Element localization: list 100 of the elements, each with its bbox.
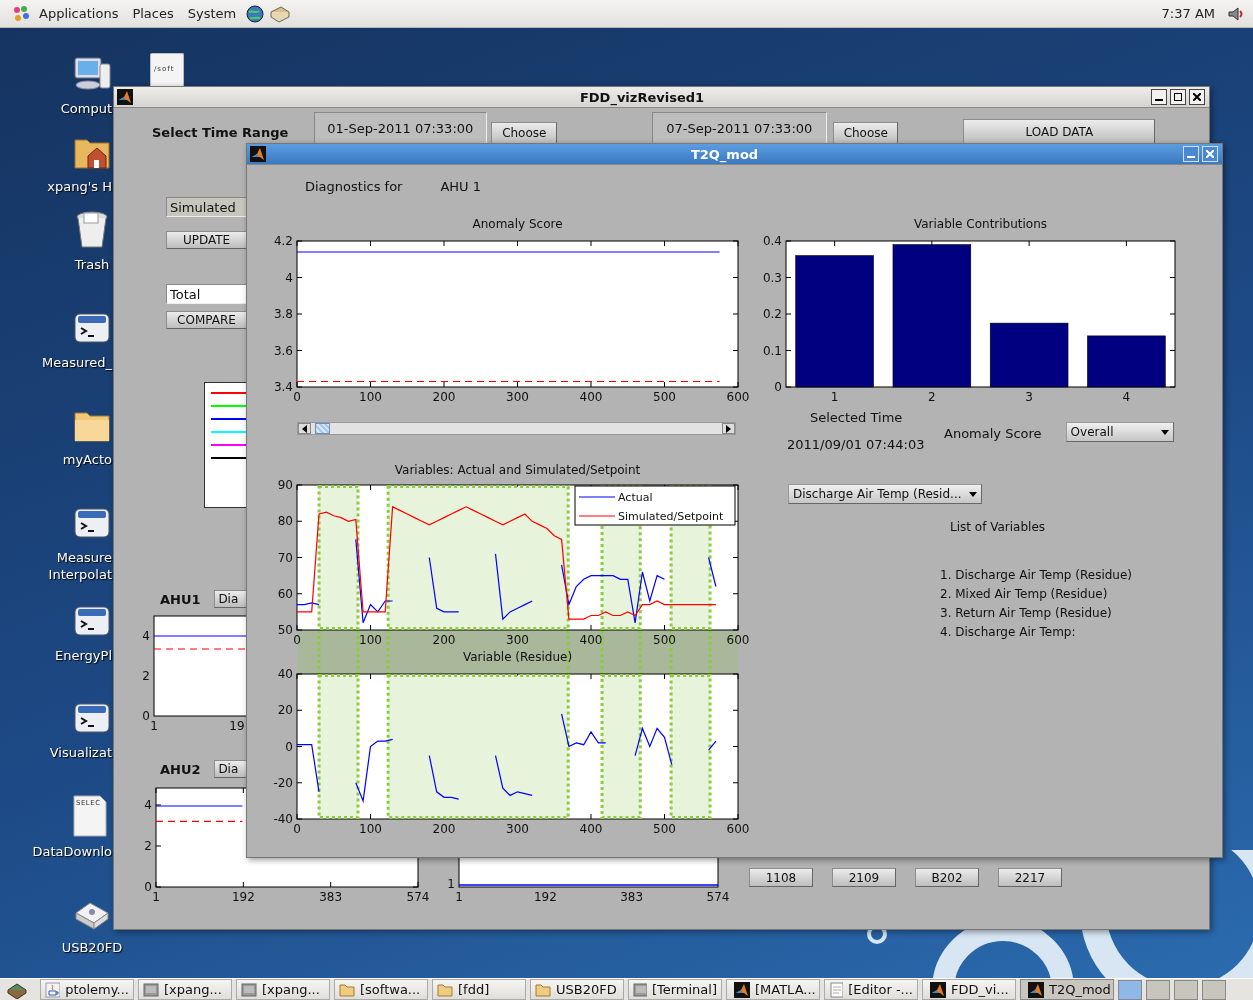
taskbar-item[interactable]: USB20FD [530, 979, 624, 1000]
tick-label: 100 [359, 633, 382, 647]
list-heading: List of Variables [950, 520, 1045, 534]
tick-label: 0.1 [762, 343, 782, 358]
date-field[interactable]: 07-Sep-2011 07:33:00 [652, 112, 828, 144]
menu-item[interactable]: System [182, 6, 242, 21]
icon-label[interactable]: EnergyPl [55, 647, 112, 664]
scroll-left-button[interactable] [298, 423, 311, 434]
tick-label: 1 [455, 890, 463, 904]
clock[interactable]: 7:37 AM [1161, 6, 1215, 21]
globe-icon[interactable] [245, 3, 266, 24]
variable-dropdown[interactable]: Discharge Air Temp (Resid... [788, 484, 982, 504]
tick-label: 400 [579, 633, 603, 647]
minimize-button[interactable] [1151, 89, 1167, 105]
icon-label[interactable]: USB20FD [61, 939, 123, 956]
selected-time-value: 2011/09/01 07:44:03 [787, 437, 925, 452]
zone-button[interactable]: B202 [915, 868, 979, 887]
score-dropdown[interactable]: Overall [1065, 422, 1174, 442]
tick-label: 4 [142, 629, 150, 643]
update-button[interactable]: UPDATE [166, 231, 247, 249]
tick-label: 1 [830, 390, 839, 404]
workspace-button[interactable] [1202, 979, 1226, 1000]
menu-item[interactable]: Places [127, 6, 179, 21]
unit-label: AHU1 [160, 592, 201, 607]
tick-label: 3 [1025, 390, 1033, 404]
zone-button[interactable]: 2109 [832, 868, 896, 887]
tick-label: 3.6 [273, 343, 293, 358]
tick-label: 574 [406, 890, 430, 904]
taskbar-item[interactable]: [xpang... [138, 979, 232, 1000]
time-slider[interactable] [297, 422, 736, 435]
slider-thumb[interactable] [314, 423, 330, 434]
taskbar-item[interactable]: FDD_vi... [922, 979, 1016, 1000]
date-field[interactable]: 01-Sep-2011 07:33:00 [314, 112, 488, 144]
tick-label: 0 [144, 880, 152, 894]
chart-title: Variables: Actual and Simulated/Setpoint [393, 462, 642, 479]
variable-item: 1. Discharge Air Temp (Residue) [940, 568, 1132, 582]
tick-label: 0 [293, 822, 301, 836]
tick-label: 2 [142, 669, 150, 683]
tick-label: 1 [150, 719, 158, 733]
taskbar-item[interactable]: [xpang... [236, 979, 330, 1000]
tick-label: 100 [359, 390, 382, 404]
scroll-right-button[interactable] [722, 423, 735, 434]
text-field[interactable]: Total [166, 284, 247, 304]
workspace-button[interactable] [1118, 979, 1142, 1000]
tick-label: 192 [231, 890, 255, 904]
icon-label[interactable]: Trash [74, 256, 110, 273]
icon-label[interactable]: Visualizat [49, 744, 112, 761]
compare-button[interactable]: COMPARE [166, 311, 247, 329]
taskbar-item[interactable]: [Terminal] [628, 979, 722, 1000]
chart-title: Anomaly Score [471, 216, 564, 233]
variable-item: 3. Return Air Temp (Residue) [940, 606, 1112, 620]
workspace-button[interactable] [1174, 979, 1198, 1000]
taskbar-item[interactable]: [Editor -... [824, 979, 918, 1000]
choose-button[interactable]: Choose [491, 122, 558, 144]
tick-label: 192 [533, 890, 557, 904]
icon-label[interactable]: Measure Interpolat [48, 549, 112, 583]
workspace-button[interactable] [1146, 979, 1170, 1000]
tick-label: 20 [277, 703, 293, 718]
chart-title: Variable Contributions [912, 216, 1049, 233]
caret-icon [1160, 429, 1169, 435]
icon-label[interactable]: xpang's H [47, 178, 112, 195]
tick-label: 19 [229, 719, 245, 733]
diagnostics-button[interactable]: Dia [213, 590, 249, 608]
icon-label[interactable]: myActo [62, 451, 112, 468]
legend-line [578, 515, 616, 517]
zone-button[interactable]: 1108 [749, 868, 813, 887]
close-button[interactable] [1189, 89, 1205, 105]
maximize-button[interactable] [1170, 89, 1186, 105]
tick-label: 200 [432, 822, 456, 836]
icon-label[interactable]: Measured_ [42, 354, 112, 371]
tick-label: 4 [1122, 390, 1131, 404]
taskbar-item[interactable]: T2Q_mod [1020, 979, 1114, 1000]
icon-label[interactable]: Comput [60, 100, 112, 117]
coffee-cup-icon [45, 981, 61, 998]
time-range-label: Select Time Range [152, 125, 289, 140]
load-data-button[interactable]: LOAD DATA [963, 119, 1156, 144]
colorful-dots-icon[interactable] [12, 4, 30, 23]
speaker-icon[interactable] [1227, 4, 1243, 23]
tick-label: 0.3 [762, 270, 782, 285]
taskbar-item[interactable]: ptolemy... [40, 979, 134, 1000]
tick-label: 0 [293, 633, 301, 647]
mode-field[interactable]: Simulated [166, 197, 247, 217]
icon-label[interactable]: DataDownlo [32, 843, 112, 860]
tick-label: 200 [432, 390, 456, 404]
tick-label: 3.8 [273, 307, 293, 321]
tick-label: 600 [726, 822, 750, 836]
tick-label: 300 [506, 390, 529, 404]
zone-button[interactable]: 2217 [998, 868, 1062, 887]
diagnostics-button[interactable]: Dia [213, 760, 249, 778]
tick-label: 50 [277, 623, 293, 637]
menu-item[interactable]: Applications [34, 6, 124, 21]
taskbar-item[interactable]: [fdd] [432, 979, 526, 1000]
selected-time-label: Selected Time [810, 410, 903, 425]
tick-label: 70 [277, 550, 293, 565]
taskbar-item[interactable]: [softwa... [334, 979, 428, 1000]
choose-button[interactable]: Choose [833, 122, 899, 144]
tick-label: 1 [152, 890, 160, 904]
taskbar-item[interactable]: [MATLA... [726, 979, 820, 1000]
tick-label: 0 [774, 380, 782, 394]
terminal-icon [633, 981, 647, 998]
